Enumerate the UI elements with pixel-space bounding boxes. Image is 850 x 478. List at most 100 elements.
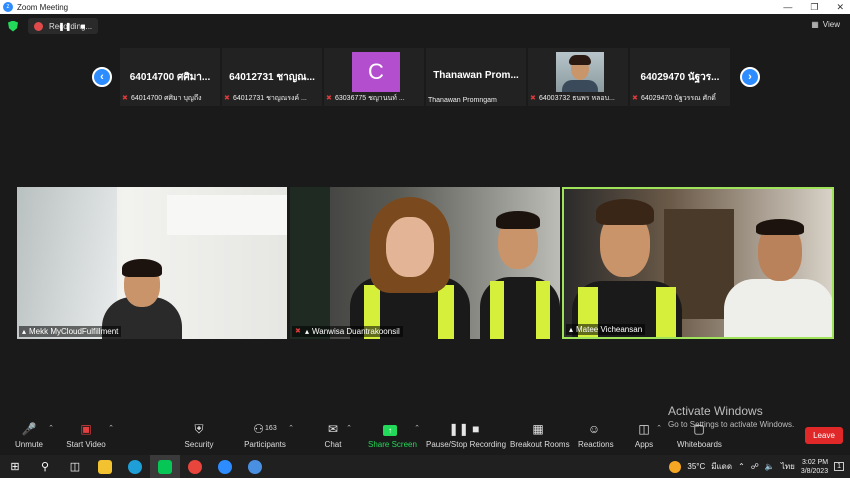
language-indicator[interactable]: ไทย bbox=[781, 460, 795, 473]
security-shield-icon[interactable] bbox=[8, 20, 18, 32]
participant-thumbnail[interactable]: ✖ 64003732 ธนพร หลอบ... bbox=[528, 48, 628, 106]
meeting-toolbar: 🎤 Unmute ⌃ ▣ Start Video ⌃ ⛨ Security ⚇1… bbox=[0, 420, 850, 454]
stop-recording-icon[interactable]: ■ bbox=[81, 22, 86, 31]
windows-start-icon[interactable]: ⊞ bbox=[0, 455, 30, 478]
participant-strip: ‹ 64014700 ศศิมา... ✖ 64014700 ศศิมา บุญถึ… bbox=[92, 48, 760, 106]
apps-button[interactable]: ◫ Apps ⌃ bbox=[634, 420, 662, 454]
reactions-button[interactable]: ☺ Reactions bbox=[578, 420, 614, 454]
participants-button[interactable]: ⚇163 Participants ⌃ bbox=[244, 420, 294, 454]
window-controls: — ❐ ✕ bbox=[783, 0, 844, 14]
participant-video bbox=[724, 219, 832, 337]
participant-thumbnail[interactable]: 64012731 ชาญณ... ✖ 64012731 ชาญณรงค์ ... bbox=[222, 48, 322, 106]
title-bar: z Zoom Meeting — ❐ ✕ bbox=[0, 0, 850, 14]
participant-name-label: ▴ Mekk MyCloudFulfillment bbox=[19, 326, 122, 337]
minimize-icon[interactable]: — bbox=[783, 0, 792, 14]
thumbnail-label-text: 64014700 ศศิมา บุญถึง bbox=[131, 95, 202, 102]
breakout-rooms-button[interactable]: ▦ Breakout Rooms bbox=[510, 420, 570, 454]
thumbnail-display-name: 64014700 ศศิมา... bbox=[129, 72, 211, 83]
thumbnail-label-text: 63036775 ชญานนท์ ... bbox=[335, 95, 405, 102]
chrome-profile-icon[interactable] bbox=[240, 455, 270, 478]
chat-button[interactable]: ✉ Chat ⌃ bbox=[322, 420, 352, 454]
chat-chevron-icon[interactable]: ⌃ bbox=[346, 424, 352, 432]
muted-microphone-icon: 🎤 bbox=[21, 422, 37, 436]
clock[interactable]: 3:02 PM 3/8/2023 bbox=[801, 458, 828, 476]
task-view-icon[interactable]: ◫ bbox=[60, 455, 90, 478]
door bbox=[290, 187, 330, 339]
participant-name-label: ✖ ▴ Wanwisa Duantrakoonsil bbox=[292, 326, 403, 337]
video-tile[interactable]: ✖ ▴ Wanwisa Duantrakoonsil bbox=[290, 187, 560, 339]
thumbnail-label-text: 64029470 นัฐวรรณ ศักดิ์ bbox=[641, 95, 716, 102]
thumbnail-name-label: ✖ 64012731 ชาญณรงค์ ... bbox=[224, 93, 320, 104]
share-screen-icon: ↑ bbox=[383, 425, 397, 436]
share-screen-button[interactable]: ↑ Share Screen ⌃ bbox=[368, 420, 420, 454]
line-app-icon[interactable] bbox=[150, 455, 180, 478]
muted-mic-icon: ✖ bbox=[295, 327, 301, 335]
chat-icon: ✉ bbox=[327, 422, 339, 436]
thumbnail-name-label: ✖ 64014700 ศศิมา บุญถึง bbox=[122, 93, 218, 104]
search-icon[interactable]: ⚲ bbox=[30, 455, 60, 478]
weather-condition: มีแดด bbox=[711, 462, 733, 471]
participants-count: 163 bbox=[265, 425, 277, 432]
previous-page-icon[interactable]: ‹ bbox=[92, 67, 112, 87]
start-video-button[interactable]: ▣ Start Video ⌃ bbox=[66, 420, 114, 454]
zoom-logo-icon: z bbox=[3, 2, 13, 12]
clock-date: 3/8/2023 bbox=[800, 467, 829, 475]
notifications-icon[interactable]: 1 bbox=[834, 462, 844, 471]
thumbnail-label-text: 64003732 ธนพร หลอบ... bbox=[539, 95, 615, 102]
pin-icon: ▴ bbox=[22, 327, 27, 336]
apps-icon: ◫ bbox=[638, 422, 650, 436]
muted-mic-icon: ✖ bbox=[530, 94, 536, 102]
muted-mic-icon: ✖ bbox=[224, 94, 230, 102]
pin-icon: ▴ bbox=[305, 327, 310, 336]
participant-name-label: ▴ Matee Vicheansan bbox=[566, 324, 646, 335]
participants-icon: ⚇163 bbox=[253, 422, 277, 436]
participants-chevron-icon[interactable]: ⌃ bbox=[288, 424, 294, 432]
thumbnail-label-text: Thanawan Promngam bbox=[428, 97, 497, 104]
shield-icon: ⛨ bbox=[194, 422, 204, 436]
thumbnail-name-label: ✖ 63036775 ชญานนท์ ... bbox=[326, 93, 422, 104]
apps-chevron-icon[interactable]: ⌃ bbox=[656, 424, 662, 432]
speaker-icon[interactable]: 🔈 bbox=[765, 462, 775, 471]
participant-thumbnail[interactable]: 64029470 นัฐวร... ✖ 64029470 นัฐวรรณ ศักดิ… bbox=[630, 48, 730, 106]
meeting-top-bar: Recording... ❚❚ ■ ▦ View bbox=[0, 14, 850, 38]
video-off-icon: ▣ bbox=[80, 422, 92, 436]
view-button[interactable]: ▦ View bbox=[811, 20, 840, 29]
chrome-icon[interactable] bbox=[180, 455, 210, 478]
thumbnail-display-name: 64012731 ชาญณ... bbox=[229, 72, 315, 83]
wifi-icon[interactable]: ☍ bbox=[751, 462, 759, 471]
view-label: View bbox=[822, 20, 840, 29]
grid-view-icon: ▦ bbox=[811, 20, 819, 29]
pause-stop-icon: ❚❚ ■ bbox=[448, 422, 480, 436]
share-chevron-icon[interactable]: ⌃ bbox=[414, 424, 420, 432]
video-tile[interactable]: ▴ Mekk MyCloudFulfillment bbox=[17, 187, 287, 339]
thumbnail-name-label: Thanawan Promngam bbox=[428, 97, 524, 104]
pause-stop-recording-button[interactable]: ❚❚ ■ Pause/Stop Recording bbox=[426, 420, 506, 454]
thumbnail-list: 64014700 ศศิมา... ✖ 64014700 ศศิมา บุญถึง 6… bbox=[120, 48, 732, 106]
restore-icon[interactable]: ❐ bbox=[810, 0, 818, 14]
participant-video bbox=[572, 195, 682, 337]
avatar: C bbox=[352, 52, 400, 92]
participant-thumbnail[interactable]: Thanawan Prom... Thanawan Promngam bbox=[426, 48, 526, 106]
thumbnail-display-name: 64029470 นัฐวร... bbox=[640, 72, 720, 83]
video-options-chevron-icon[interactable]: ⌃ bbox=[108, 424, 114, 432]
participant-thumbnail[interactable]: 64014700 ศศิมา... ✖ 64014700 ศศิมา บุญถึง bbox=[120, 48, 220, 106]
edge-browser-icon[interactable] bbox=[120, 455, 150, 478]
audio-options-chevron-icon[interactable]: ⌃ bbox=[48, 424, 54, 432]
muted-mic-icon: ✖ bbox=[632, 94, 638, 102]
tray-chevron-icon[interactable]: ⌃ bbox=[738, 462, 745, 471]
thumbnail-display-name: Thanawan Prom... bbox=[433, 70, 519, 81]
participant-video bbox=[350, 197, 470, 339]
whiteboards-button[interactable]: ▢ Whiteboards bbox=[677, 420, 722, 454]
windows-taskbar: ⊞ ⚲ ◫ 35°C มีแดด ⌃ ☍ 🔈 ไทย 3:02 PM 3/8/2… bbox=[0, 455, 850, 478]
leave-button[interactable]: Leave bbox=[805, 427, 843, 444]
close-icon[interactable]: ✕ bbox=[836, 0, 844, 14]
security-button[interactable]: ⛨ Security bbox=[184, 420, 214, 454]
participant-thumbnail[interactable]: C ✖ 63036775 ชญานนท์ ... bbox=[324, 48, 424, 106]
video-tile-active-speaker[interactable]: ▴ Matee Vicheansan bbox=[562, 187, 834, 339]
unmute-button[interactable]: 🎤 Unmute ⌃ bbox=[12, 420, 54, 454]
muted-mic-icon: ✖ bbox=[326, 94, 332, 102]
pause-recording-icon[interactable]: ❚❚ bbox=[58, 22, 71, 31]
next-page-icon[interactable]: › bbox=[740, 67, 760, 87]
file-explorer-icon[interactable] bbox=[90, 455, 120, 478]
zoom-app-icon[interactable] bbox=[210, 455, 240, 478]
